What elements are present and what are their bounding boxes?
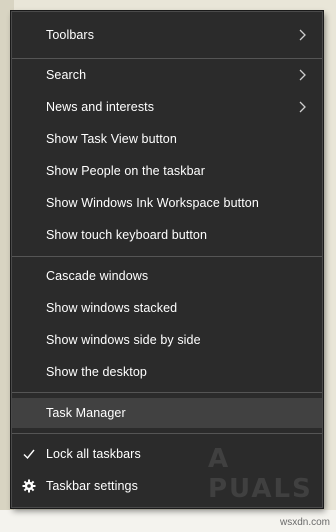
appuals-watermark-logo: A PUALS [208, 444, 313, 504]
menu-item-toolbars[interactable]: Toolbars [12, 20, 322, 50]
menu-item-label: Show People on the taskbar [46, 164, 205, 178]
menu-item-show-task-view-button[interactable]: Show Task View button [12, 124, 322, 154]
menu-item-show-the-desktop[interactable]: Show the desktop [12, 357, 322, 387]
chevron-right-icon [296, 29, 308, 41]
menu-item-label: Show Task View button [46, 132, 177, 146]
menu-separator [12, 392, 322, 393]
menu-item-show-windows-ink[interactable]: Show Windows Ink Workspace button [12, 188, 322, 218]
chevron-right-icon [296, 69, 308, 81]
menu-item-label: Cascade windows [46, 269, 149, 283]
checkmark-icon [22, 447, 36, 461]
menu-item-show-people[interactable]: Show People on the taskbar [12, 156, 322, 186]
menu-item-label: Toolbars [46, 28, 95, 42]
menu-item-label: Show the desktop [46, 365, 147, 379]
menu-item-label: Search [46, 68, 87, 82]
menu-item-label: Taskbar settings [46, 479, 138, 493]
menu-item-label: Show windows side by side [46, 333, 201, 347]
menu-separator [12, 433, 322, 434]
site-watermark: wsxdn.com [279, 517, 330, 528]
menu-item-label: Lock all taskbars [46, 447, 141, 461]
gear-icon [22, 479, 36, 493]
taskbar-context-menu: Toolbars Search News and interests Show … [11, 11, 323, 508]
menu-item-label: Show windows stacked [46, 301, 178, 315]
menu-item-news-and-interests[interactable]: News and interests [12, 92, 322, 122]
menu-item-search[interactable]: Search [12, 60, 322, 90]
menu-item-label: Task Manager [46, 406, 126, 420]
menu-item-show-touch-keyboard[interactable]: Show touch keyboard button [12, 220, 322, 250]
menu-item-cascade-windows[interactable]: Cascade windows [12, 261, 322, 291]
menu-separator [12, 256, 322, 257]
menu-item-label: Show Windows Ink Workspace button [46, 196, 259, 210]
menu-item-task-manager[interactable]: Task Manager [12, 398, 322, 428]
menu-item-label: Show touch keyboard button [46, 228, 208, 242]
chevron-right-icon [296, 101, 308, 113]
menu-item-show-windows-side-by-side[interactable]: Show windows side by side [12, 325, 322, 355]
menu-separator [12, 58, 322, 59]
menu-item-label: News and interests [46, 100, 155, 114]
menu-item-show-windows-stacked[interactable]: Show windows stacked [12, 293, 322, 323]
